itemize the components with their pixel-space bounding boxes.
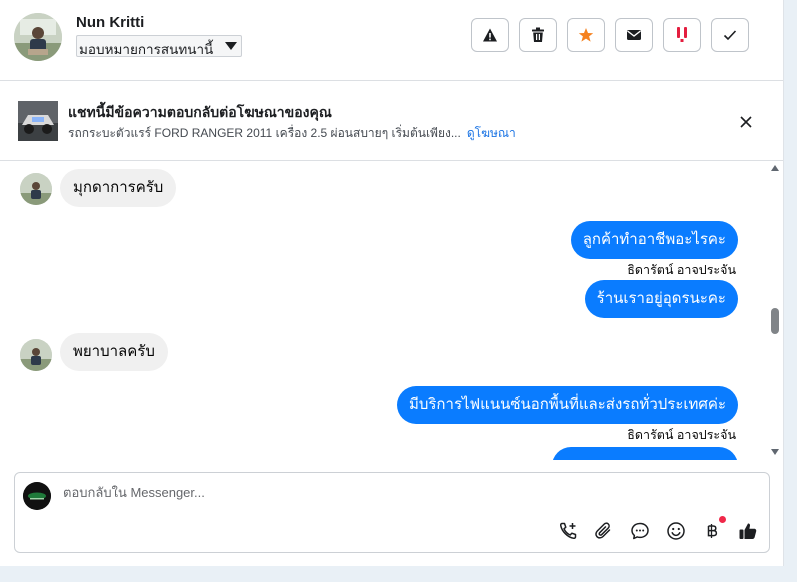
scroll-up-arrow-icon[interactable] xyxy=(771,165,779,171)
notification-dot xyxy=(719,516,726,523)
phone-plus-icon xyxy=(559,522,577,540)
baht-icon xyxy=(707,524,718,538)
caret-down-icon xyxy=(225,42,237,50)
check-icon xyxy=(723,30,737,41)
thread-scrollbar[interactable] xyxy=(768,161,783,460)
ad-banner-title: แชทนี้มีข้อความตอบกลับต่อโฆษณาของคุณ xyxy=(68,104,332,120)
reply-input[interactable] xyxy=(63,485,563,500)
chat-bubble-icon xyxy=(631,522,649,540)
follow-up-button[interactable] xyxy=(663,18,701,52)
ad-reply-banner: แชทนี้มีข้อความตอบกลับต่อโฆษณาของคุณ รถก… xyxy=(0,81,783,161)
assign-conversation-label: มอบหมายการสนทนานี้ xyxy=(79,42,214,57)
conversation-panel: Nun Kritti มอบหมายการสนทนานี้ แชทนี้มีข้… xyxy=(0,0,784,566)
scroll-down-arrow-icon[interactable] xyxy=(771,449,779,455)
ad-description-text: รถกระบะตัวแรร์ FORD RANGER 2011 เครื่อง … xyxy=(68,126,461,140)
contact-avatar-small xyxy=(20,339,52,371)
mark-done-button[interactable] xyxy=(711,18,749,52)
contact-name[interactable]: Nun Kritti xyxy=(76,14,144,31)
message-thread[interactable]: มุกดาการครับ ลูกค้าทำอาชีพอะไรคะ ธิดารัต… xyxy=(0,161,768,460)
mark-unread-button[interactable] xyxy=(615,18,653,52)
view-ad-link[interactable]: ดูโฆษณา xyxy=(467,126,516,140)
emoji-icon xyxy=(667,522,685,540)
outgoing-message[interactable]: มีบริการไฟแนนซ์นอกพื้นที่และส่งรถทั่วประ… xyxy=(396,386,738,424)
incoming-message[interactable]: มุกดาการครับ xyxy=(60,169,177,207)
report-spam-button[interactable] xyxy=(471,18,509,52)
close-banner-button[interactable] xyxy=(736,112,756,132)
warning-icon xyxy=(483,28,497,42)
trash-icon xyxy=(532,27,544,42)
ad-banner-description: รถกระบะตัวแรร์ FORD RANGER 2011 เครื่อง … xyxy=(68,124,516,143)
call-button[interactable] xyxy=(556,519,580,543)
contact-avatar[interactable] xyxy=(14,13,62,61)
message-sender-name: ธิดารัตน์ อาจประจัน xyxy=(627,428,736,442)
star-icon xyxy=(578,28,594,42)
outgoing-message[interactable]: ร้านเราอยู่อุดรนะคะ xyxy=(584,280,738,318)
close-icon xyxy=(740,116,752,128)
scrollbar-thumb[interactable] xyxy=(771,308,779,334)
assign-conversation-dropdown[interactable]: มอบหมายการสนทนานี้ xyxy=(76,35,242,57)
saved-replies-button[interactable] xyxy=(628,519,652,543)
ad-thumbnail[interactable] xyxy=(18,101,58,141)
conversation-header: Nun Kritti มอบหมายการสนทนานี้ xyxy=(0,0,783,81)
envelope-icon xyxy=(627,30,641,40)
outgoing-message[interactable]: ลูกค้าทำอาชีพอะไรคะ xyxy=(570,221,738,259)
payment-button[interactable] xyxy=(700,516,726,543)
flag-icon xyxy=(677,27,687,42)
thumbs-up-icon xyxy=(739,523,757,539)
star-button[interactable] xyxy=(567,18,605,52)
contact-avatar-small xyxy=(20,173,52,205)
page-avatar xyxy=(23,482,51,510)
outgoing-message-partial[interactable] xyxy=(552,447,738,460)
message-sender-name: ธิดารัตน์ อาจประจัน xyxy=(627,263,736,277)
paperclip-icon xyxy=(595,522,611,539)
send-like-button[interactable] xyxy=(736,519,760,543)
reply-composer xyxy=(14,472,770,553)
emoji-button[interactable] xyxy=(664,519,688,543)
attach-file-button[interactable] xyxy=(592,519,616,543)
incoming-message[interactable]: พยาบาลครับ xyxy=(60,333,168,371)
delete-button[interactable] xyxy=(519,18,557,52)
